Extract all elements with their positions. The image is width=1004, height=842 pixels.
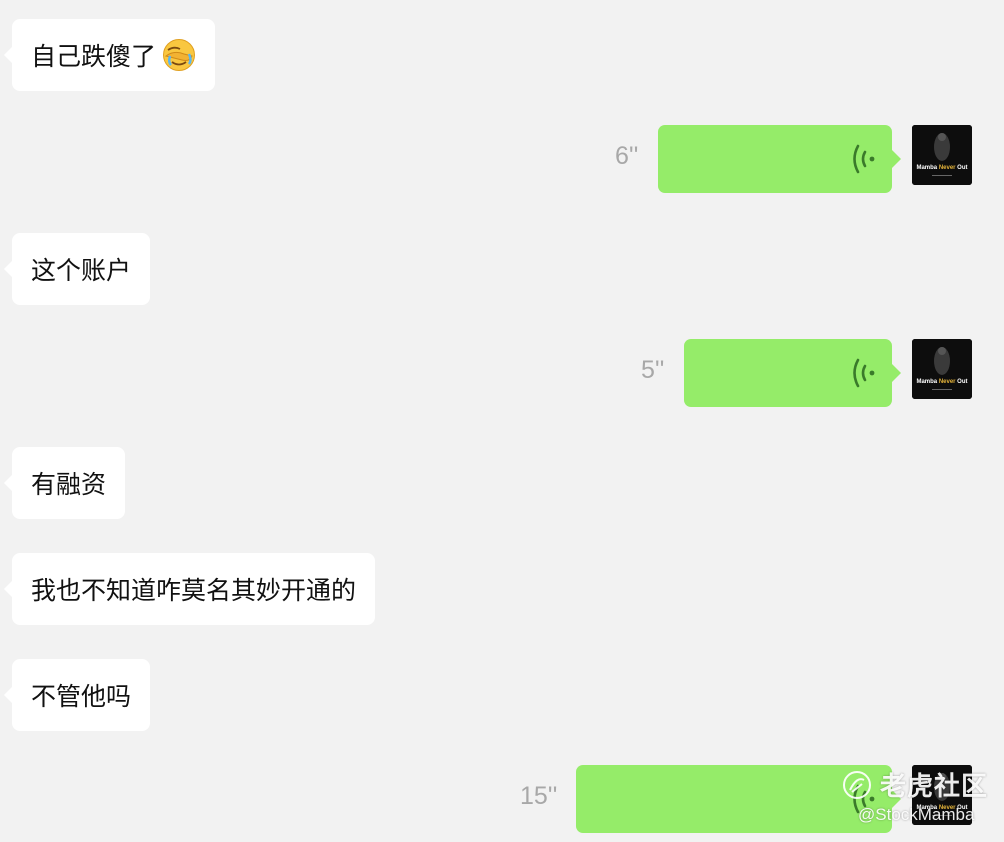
watermark-handle: @StockMamba <box>858 805 975 824</box>
watermark: 老虎社区 @StockMamba <box>842 766 988 825</box>
watermark-brand: 老虎社区 <box>842 766 988 803</box>
avatar-image: Mamba Never Out <box>912 339 972 399</box>
watermark-brand-text: 老虎社区 <box>880 772 989 802</box>
voice-duration: 5'' <box>641 356 665 384</box>
face-palm-crying-emoji-icon <box>163 39 196 71</box>
voice-wave-icon <box>853 144 875 174</box>
voice-message-bubble[interactable] <box>684 339 901 407</box>
message-text: 这个账户 <box>31 256 132 285</box>
tiger-logo-icon <box>843 770 871 799</box>
incoming-message-bubble[interactable]: 有融资 <box>3 447 126 519</box>
incoming-message-bubble[interactable]: 我也不知道咋莫名其妙开通的 <box>3 553 376 625</box>
voice-duration: 6'' <box>615 142 639 170</box>
incoming-message-bubble[interactable]: 不管他吗 <box>3 659 151 731</box>
voice-duration: 15'' <box>520 782 558 810</box>
incoming-message-bubble[interactable]: 自己跌傻了 <box>3 19 216 91</box>
avatar-caption: Mamba Never Out <box>916 165 967 171</box>
avatar-caption: Mamba Never Out <box>916 379 967 385</box>
avatar[interactable]: Mamba Never Out <box>912 339 972 399</box>
voice-message-bubble[interactable] <box>658 125 901 193</box>
avatar[interactable]: Mamba Never Out <box>912 125 972 185</box>
voice-wave-icon <box>853 358 875 388</box>
message-text: 我也不知道咋莫名其妙开通的 <box>31 576 357 605</box>
message-text: 自己跌傻了 <box>31 42 157 71</box>
incoming-message-bubble[interactable]: 这个账户 <box>3 233 151 305</box>
message-text: 有融资 <box>31 470 107 499</box>
message-text: 不管他吗 <box>31 682 132 711</box>
avatar-image: Mamba Never Out <box>912 125 972 185</box>
